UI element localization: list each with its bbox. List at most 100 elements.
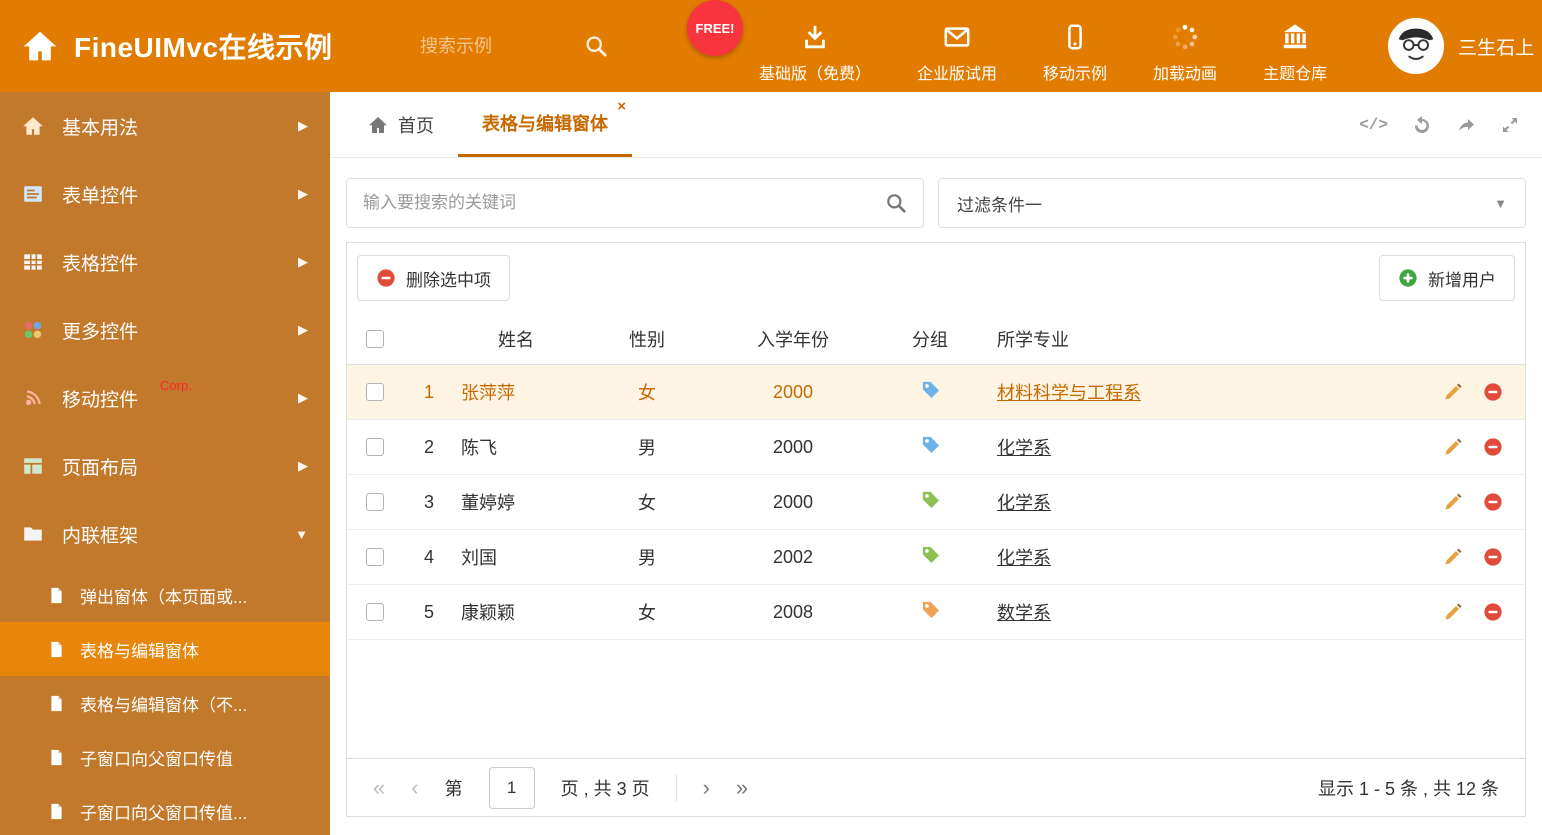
header-nav: 基础版（免费） 企业版试用 移动示例 加载动画 主题仓库 bbox=[736, 23, 1350, 84]
delete-icon[interactable] bbox=[1483, 492, 1503, 512]
expand-icon[interactable] bbox=[1500, 115, 1520, 135]
nav-item-loading-animation[interactable]: 加载动画 bbox=[1130, 23, 1240, 84]
chevron-down-icon: ▼ bbox=[295, 526, 308, 542]
table-row[interactable]: 3 董婷婷 女 2000 化学系 bbox=[347, 475, 1525, 530]
row-checkbox[interactable] bbox=[366, 493, 384, 511]
sidebar-subitem-child-to-parent-alt[interactable]: 子窗口向父窗口传值... bbox=[0, 784, 330, 835]
delete-selected-button[interactable]: 删除选中项 bbox=[357, 255, 510, 301]
sidebar-item-more-controls[interactable]: 更多控件 ▶ bbox=[0, 296, 330, 364]
home-icon bbox=[368, 115, 388, 135]
edit-icon[interactable] bbox=[1443, 492, 1463, 512]
edit-icon[interactable] bbox=[1443, 547, 1463, 567]
first-page-icon[interactable]: « bbox=[373, 775, 385, 801]
nav-item-mobile-demo[interactable]: 移动示例 bbox=[1020, 23, 1130, 84]
download-icon bbox=[801, 23, 829, 51]
delete-icon[interactable] bbox=[1483, 547, 1503, 567]
table-row[interactable]: 1 张萍萍 女 2000 材料科学与工程系 bbox=[347, 365, 1525, 420]
major-link[interactable]: 化学系 bbox=[997, 438, 1051, 458]
app-logo[interactable]: FineUIMvc在线示例 bbox=[0, 26, 420, 66]
sidebar-item-label: 内联框架 bbox=[62, 525, 139, 547]
delete-icon[interactable] bbox=[1483, 437, 1503, 457]
sidebar-item-mobile-controls[interactable]: 移动控件 Corp. ▶ bbox=[0, 364, 330, 432]
student-year: 2002 bbox=[772, 546, 814, 567]
sidebar-item-inline-frame[interactable]: 内联框架 ▼ bbox=[0, 500, 330, 568]
row-checkbox[interactable] bbox=[366, 383, 384, 401]
student-gender: 女 bbox=[638, 383, 656, 403]
nav-label: 移动示例 bbox=[1043, 65, 1108, 83]
mobile-icon bbox=[1061, 23, 1089, 51]
previous-page-icon[interactable]: ‹ bbox=[411, 775, 418, 801]
header-search-input[interactable] bbox=[420, 35, 550, 57]
tag-icon[interactable] bbox=[921, 600, 940, 619]
tag-icon[interactable] bbox=[921, 380, 940, 399]
add-user-button[interactable]: 新增用户 bbox=[1379, 255, 1515, 301]
home-icon bbox=[22, 115, 44, 137]
tag-icon[interactable] bbox=[921, 545, 940, 564]
sidebar-subitem-popup-window[interactable]: 弹出窗体（本页面或... bbox=[0, 568, 330, 622]
search-icon[interactable] bbox=[584, 34, 608, 58]
table-row[interactable]: 2 陈飞 男 2000 化学系 bbox=[347, 420, 1525, 475]
nav-item-theme-repository[interactable]: 主题仓库 bbox=[1240, 23, 1350, 84]
edit-icon[interactable] bbox=[1443, 437, 1463, 457]
sidebar: 基本用法 ▶ 表单控件 ▶ 表格控件 ▶ 更多控件 ▶ 移动控件 Corp. ▶… bbox=[0, 92, 330, 835]
form-icon bbox=[22, 183, 44, 205]
sidebar-subitem-table-edit-window[interactable]: 表格与编辑窗体 bbox=[0, 622, 330, 676]
select-all-checkbox[interactable] bbox=[366, 329, 384, 348]
home-icon bbox=[22, 28, 58, 64]
grid-panel: 删除选中项 新增用户 姓名 性别 入学年份 分组 所学专业 1 张萍萍 女 20… bbox=[346, 242, 1526, 817]
nav-item-basic-edition[interactable]: 基础版（免费） bbox=[736, 23, 894, 84]
major-link[interactable]: 化学系 bbox=[997, 548, 1051, 568]
search-icon[interactable] bbox=[885, 192, 907, 214]
free-badge: FREE! bbox=[687, 0, 743, 56]
edit-icon[interactable] bbox=[1443, 602, 1463, 622]
row-number: 1 bbox=[423, 381, 434, 402]
last-page-icon[interactable]: » bbox=[736, 775, 748, 801]
avatar bbox=[1388, 18, 1445, 74]
sidebar-item-basic-usage[interactable]: 基本用法 ▶ bbox=[0, 92, 330, 160]
column-header-gender: 性别 bbox=[629, 329, 665, 350]
filter-dropdown-value: 过滤条件一 bbox=[957, 195, 1042, 215]
major-link[interactable]: 材料科学与工程系 bbox=[997, 383, 1141, 403]
sidebar-subitem-child-to-parent[interactable]: 子窗口向父窗口传值 bbox=[0, 730, 330, 784]
tag-icon[interactable] bbox=[921, 490, 940, 509]
chevron-down-icon: ▼ bbox=[1494, 195, 1507, 211]
record-summary: 显示 1 - 5 条 , 共 12 条 bbox=[1317, 778, 1499, 799]
edit-icon[interactable] bbox=[1443, 382, 1463, 402]
table-row[interactable]: 4 刘国 男 2002 化学系 bbox=[347, 530, 1525, 585]
delete-icon[interactable] bbox=[1483, 382, 1503, 402]
major-link[interactable]: 化学系 bbox=[997, 493, 1051, 513]
tab-home[interactable]: 首页 bbox=[344, 92, 458, 157]
corp-badge: Corp. bbox=[160, 378, 192, 393]
student-name: 康颖颖 bbox=[461, 603, 515, 623]
user-menu[interactable]: 三生石上 ▼ bbox=[1388, 18, 1542, 74]
source-code-icon[interactable]: </> bbox=[1359, 116, 1388, 134]
share-icon[interactable] bbox=[1456, 115, 1476, 135]
nav-item-enterprise-trial[interactable]: 企业版试用 bbox=[894, 23, 1020, 84]
sidebar-item-table-controls[interactable]: 表格控件 ▶ bbox=[0, 228, 330, 296]
widgets-icon bbox=[22, 319, 44, 341]
student-gender: 男 bbox=[638, 548, 656, 568]
row-checkbox[interactable] bbox=[366, 548, 384, 566]
row-checkbox[interactable] bbox=[366, 603, 384, 621]
filter-dropdown[interactable]: 过滤条件一 ▼ bbox=[938, 178, 1526, 228]
tab-table-edit-window[interactable]: 表格与编辑窗体 × bbox=[458, 92, 632, 157]
keyword-search-input[interactable] bbox=[363, 193, 885, 213]
sidebar-item-page-layout[interactable]: 页面布局 ▶ bbox=[0, 432, 330, 500]
file-icon bbox=[48, 587, 65, 604]
major-link[interactable]: 数学系 bbox=[997, 603, 1051, 623]
sidebar-item-form-controls[interactable]: 表单控件 ▶ bbox=[0, 160, 330, 228]
refresh-icon[interactable] bbox=[1412, 115, 1432, 135]
pagination-bar: « ‹ 第 页 , 共 3 页 › » 显示 1 - 5 条 , 共 12 条 bbox=[347, 758, 1525, 816]
signal-icon bbox=[22, 387, 44, 409]
row-checkbox[interactable] bbox=[366, 438, 384, 456]
page-number-input[interactable] bbox=[488, 766, 535, 809]
file-icon bbox=[48, 749, 65, 766]
chevron-right-icon: ▶ bbox=[298, 118, 308, 133]
delete-icon[interactable] bbox=[1483, 602, 1503, 622]
sidebar-subitem-table-edit-window-alt[interactable]: 表格与编辑窗体（不... bbox=[0, 676, 330, 730]
next-page-icon[interactable]: › bbox=[703, 775, 710, 801]
close-icon[interactable]: × bbox=[617, 99, 626, 114]
tag-icon[interactable] bbox=[921, 435, 940, 454]
spinner-icon bbox=[1171, 23, 1199, 51]
table-row[interactable]: 5 康颖颖 女 2008 数学系 bbox=[347, 585, 1525, 640]
